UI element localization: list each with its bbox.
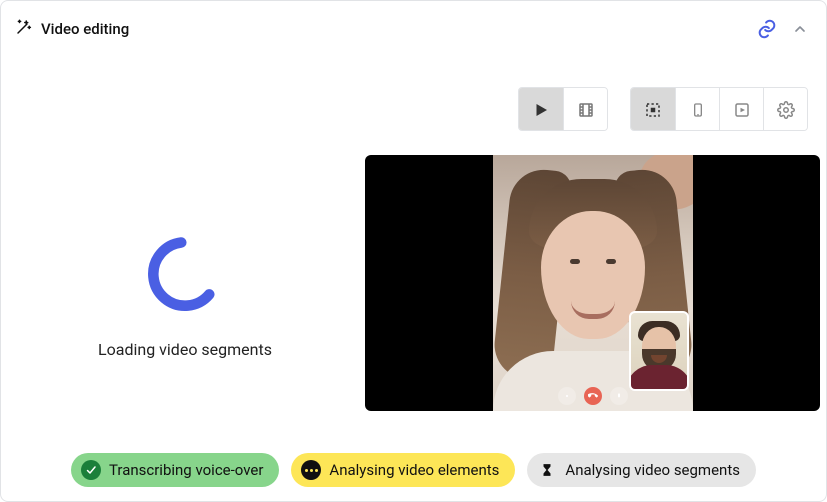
mute-button[interactable] xyxy=(558,387,576,405)
end-call-button[interactable] xyxy=(584,387,602,405)
video-call-frame xyxy=(493,155,693,411)
status-chip-analysing-elements: Analysing video elements xyxy=(291,453,515,487)
check-circle-icon xyxy=(81,460,101,480)
pip-thumbnail xyxy=(629,311,689,391)
phone-frame-button[interactable] xyxy=(675,88,719,131)
settings-button[interactable] xyxy=(763,88,807,131)
status-chip-label: Analysing video elements xyxy=(329,461,499,479)
status-chip-label: Transcribing voice-over xyxy=(109,461,263,479)
toolbar-group-playback xyxy=(518,87,608,131)
ellipsis-icon xyxy=(301,460,321,480)
panel-header: Video editing xyxy=(15,13,812,45)
panel-title: Video editing xyxy=(41,20,129,38)
video-preview[interactable] xyxy=(365,155,820,411)
call-controls xyxy=(558,387,628,405)
wand-icon xyxy=(15,18,33,40)
film-button[interactable] xyxy=(563,88,607,131)
play-button[interactable] xyxy=(519,88,563,131)
loading-pane: Loading video segments xyxy=(15,155,355,433)
preview-pane xyxy=(365,155,820,433)
chevron-up-icon[interactable] xyxy=(792,21,808,37)
select-all-button[interactable] xyxy=(631,88,675,131)
mic-button[interactable] xyxy=(610,387,628,405)
play-in-frame-button[interactable] xyxy=(719,88,763,131)
toolbar-group-view xyxy=(630,87,808,131)
status-row: Transcribing voice-over Analysing video … xyxy=(15,453,812,487)
status-chip-analysing-segments: Analysing video segments xyxy=(527,453,756,487)
video-editing-panel: Video editing xyxy=(0,0,827,502)
toolbar xyxy=(15,87,812,131)
loading-text: Loading video segments xyxy=(98,340,272,359)
hourglass-icon xyxy=(537,460,557,480)
main-area: Loading video segments xyxy=(15,155,812,433)
status-chip-label: Analysing video segments xyxy=(565,461,740,479)
spinner-icon xyxy=(141,230,229,318)
status-chip-transcribing: Transcribing voice-over xyxy=(71,453,279,487)
link-icon[interactable] xyxy=(756,18,778,40)
